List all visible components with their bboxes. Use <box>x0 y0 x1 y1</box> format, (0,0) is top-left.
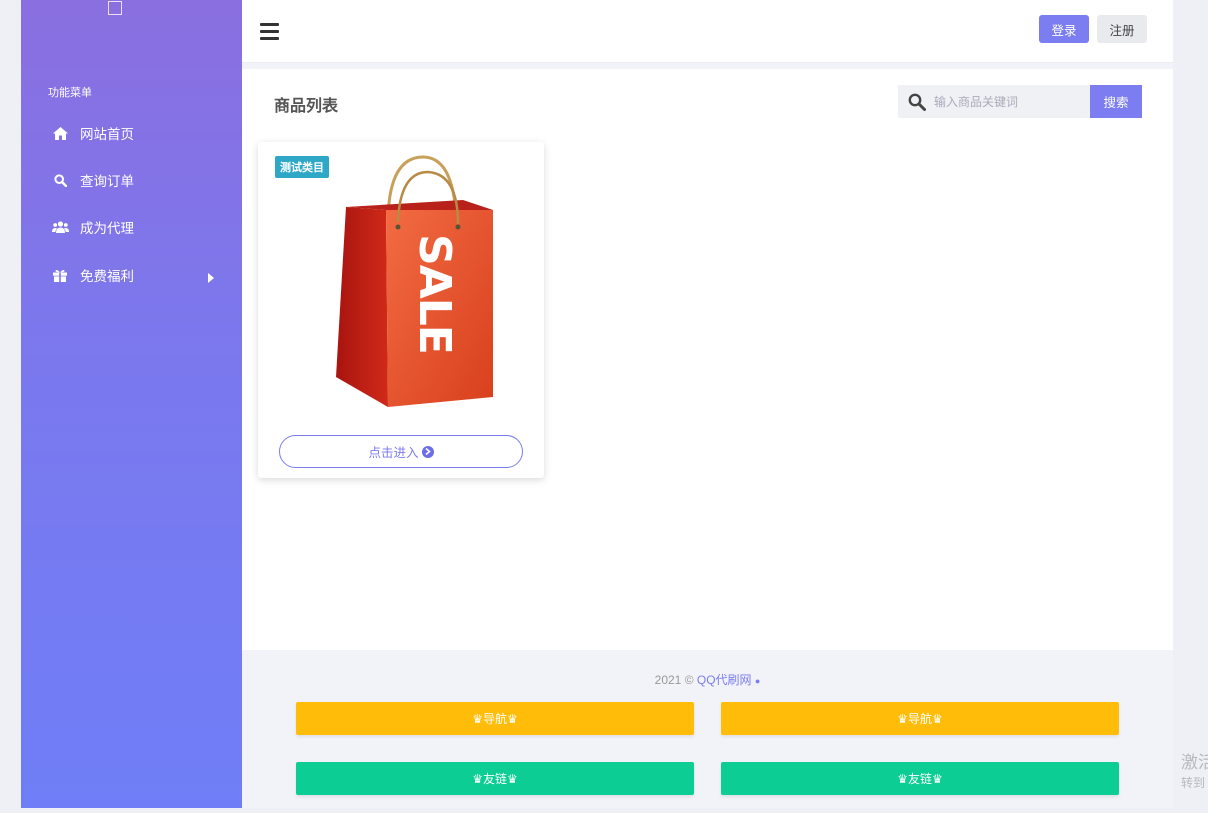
top-navbar: 登录 注册 <box>242 0 1173 63</box>
sidebar-item-home[interactable]: 网站首页 <box>21 113 242 153</box>
enter-button-label: 点击进入 <box>368 446 419 460</box>
category-badge: 测试类目 <box>275 156 329 178</box>
sidebar-item-orders[interactable]: 查询订单 <box>21 160 242 200</box>
product-image: SALE <box>328 152 503 417</box>
sidebar-item-label: 免费福利 <box>80 269 134 284</box>
search-icon <box>908 93 926 111</box>
sidebar-item-label: 查询订单 <box>80 174 134 189</box>
menu-toggle-icon[interactable] <box>260 23 279 44</box>
enter-button[interactable]: 点击进入 <box>279 435 523 468</box>
nav-button[interactable]: ♛导航♛ <box>721 702 1119 735</box>
dot-icon: ● <box>754 676 761 686</box>
product-card[interactable]: SALE 测试类目 点击进入 <box>258 142 544 478</box>
copyright-symbol: © <box>684 673 694 687</box>
friend-link-button[interactable]: ♛友链♛ <box>296 762 694 795</box>
sidebar-item-welfare[interactable]: 免费福利 <box>21 255 242 295</box>
logo-placeholder-icon <box>108 1 122 15</box>
chevron-right-circle-icon <box>421 445 434 458</box>
product-list-panel: 商品列表 搜索 <box>242 69 1173 650</box>
site-name-link[interactable]: QQ代刷网 <box>697 673 752 687</box>
gift-icon <box>50 269 70 282</box>
search-bar: 搜索 <box>898 85 1142 118</box>
page-title: 商品列表 <box>274 98 339 115</box>
home-icon <box>50 126 70 140</box>
search-icon <box>50 173 70 187</box>
search-input[interactable] <box>934 94 1074 109</box>
main-area: 登录 注册 商品列表 搜索 <box>242 0 1173 808</box>
caret-right-icon <box>208 270 214 288</box>
watermark-line1: 激活 <box>1181 753 1208 772</box>
friend-link-button[interactable]: ♛友链♛ <box>721 762 1119 795</box>
login-button[interactable]: 登录 <box>1039 15 1089 43</box>
sidebar: 功能菜单 网站首页 查询订单 成为代理 免费福利 <box>21 0 242 808</box>
watermark-line2: 转到 <box>1181 776 1206 790</box>
register-button[interactable]: 注册 <box>1097 15 1147 43</box>
users-icon <box>50 221 70 233</box>
sidebar-item-agent[interactable]: 成为代理 <box>21 207 242 247</box>
menu-title: 功能菜单 <box>48 87 92 99</box>
footer: 2021 © QQ代刷网 ● ♛导航♛ ♛导航♛ ♛友链♛ ♛友链♛ <box>242 650 1173 808</box>
sidebar-item-label: 网站首页 <box>80 127 134 142</box>
search-button[interactable]: 搜索 <box>1090 85 1142 118</box>
copyright: 2021 © QQ代刷网 ● <box>242 671 1173 688</box>
copyright-year: 2021 <box>654 673 682 687</box>
nav-button[interactable]: ♛导航♛ <box>296 702 694 735</box>
bag-sale-text: SALE <box>409 234 460 354</box>
sidebar-item-label: 成为代理 <box>80 221 134 236</box>
search-field <box>898 85 1090 118</box>
activation-watermark: 激活 转到 <box>1181 752 1208 792</box>
